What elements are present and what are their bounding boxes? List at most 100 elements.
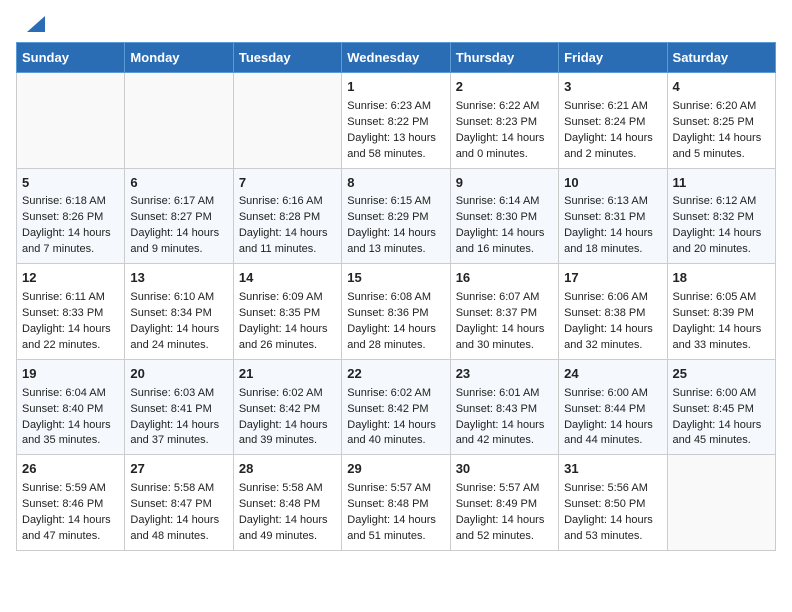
cell-info: Daylight: 14 hours and 0 minutes.: [456, 131, 553, 163]
cell-info: Sunrise: 6:04 AM: [22, 386, 119, 402]
calendar-cell: 21Sunrise: 6:02 AMSunset: 8:42 PMDayligh…: [233, 359, 341, 455]
day-number: 7: [239, 174, 336, 193]
cell-info: Daylight: 14 hours and 48 minutes.: [130, 513, 227, 545]
calendar-cell: 28Sunrise: 5:58 AMSunset: 8:48 PMDayligh…: [233, 455, 341, 551]
cell-info: Sunset: 8:29 PM: [347, 210, 444, 226]
cell-info: Sunrise: 6:10 AM: [130, 290, 227, 306]
week-row-3: 12Sunrise: 6:11 AMSunset: 8:33 PMDayligh…: [17, 264, 776, 360]
calendar-cell: 24Sunrise: 6:00 AMSunset: 8:44 PMDayligh…: [559, 359, 667, 455]
cell-info: Sunset: 8:32 PM: [673, 210, 770, 226]
calendar-cell: 27Sunrise: 5:58 AMSunset: 8:47 PMDayligh…: [125, 455, 233, 551]
col-thursday: Thursday: [450, 43, 558, 73]
cell-info: Sunset: 8:45 PM: [673, 402, 770, 418]
cell-info: Sunset: 8:48 PM: [347, 497, 444, 513]
cell-info: Sunset: 8:47 PM: [130, 497, 227, 513]
cell-info: Sunrise: 6:12 AM: [673, 194, 770, 210]
cell-info: Sunrise: 5:57 AM: [347, 481, 444, 497]
calendar-cell: 6Sunrise: 6:17 AMSunset: 8:27 PMDaylight…: [125, 168, 233, 264]
cell-info: Daylight: 14 hours and 16 minutes.: [456, 226, 553, 258]
calendar-cell: 8Sunrise: 6:15 AMSunset: 8:29 PMDaylight…: [342, 168, 450, 264]
day-number: 15: [347, 269, 444, 288]
cell-info: Daylight: 14 hours and 53 minutes.: [564, 513, 661, 545]
cell-info: Sunset: 8:35 PM: [239, 306, 336, 322]
cell-info: Daylight: 14 hours and 32 minutes.: [564, 322, 661, 354]
cell-info: Daylight: 14 hours and 30 minutes.: [456, 322, 553, 354]
calendar-cell: 26Sunrise: 5:59 AMSunset: 8:46 PMDayligh…: [17, 455, 125, 551]
calendar-cell: 31Sunrise: 5:56 AMSunset: 8:50 PMDayligh…: [559, 455, 667, 551]
day-number: 24: [564, 365, 661, 384]
col-monday: Monday: [125, 43, 233, 73]
cell-info: Sunrise: 6:11 AM: [22, 290, 119, 306]
cell-info: Sunrise: 5:59 AM: [22, 481, 119, 497]
day-number: 3: [564, 78, 661, 97]
calendar-cell: 10Sunrise: 6:13 AMSunset: 8:31 PMDayligh…: [559, 168, 667, 264]
cell-info: Sunset: 8:26 PM: [22, 210, 119, 226]
day-number: 30: [456, 460, 553, 479]
day-number: 21: [239, 365, 336, 384]
calendar-cell: 15Sunrise: 6:08 AMSunset: 8:36 PMDayligh…: [342, 264, 450, 360]
cell-info: Daylight: 14 hours and 18 minutes.: [564, 226, 661, 258]
calendar-cell: [125, 73, 233, 169]
cell-info: Sunset: 8:28 PM: [239, 210, 336, 226]
calendar-cell: 14Sunrise: 6:09 AMSunset: 8:35 PMDayligh…: [233, 264, 341, 360]
cell-info: Sunrise: 6:17 AM: [130, 194, 227, 210]
week-row-2: 5Sunrise: 6:18 AMSunset: 8:26 PMDaylight…: [17, 168, 776, 264]
cell-info: Daylight: 14 hours and 20 minutes.: [673, 226, 770, 258]
calendar-cell: 4Sunrise: 6:20 AMSunset: 8:25 PMDaylight…: [667, 73, 775, 169]
cell-info: Sunset: 8:48 PM: [239, 497, 336, 513]
cell-info: Sunset: 8:27 PM: [130, 210, 227, 226]
cell-info: Daylight: 14 hours and 45 minutes.: [673, 418, 770, 450]
cell-info: Sunset: 8:22 PM: [347, 115, 444, 131]
week-row-4: 19Sunrise: 6:04 AMSunset: 8:40 PMDayligh…: [17, 359, 776, 455]
cell-info: Sunset: 8:42 PM: [347, 402, 444, 418]
cell-info: Sunset: 8:23 PM: [456, 115, 553, 131]
calendar-cell: 9Sunrise: 6:14 AMSunset: 8:30 PMDaylight…: [450, 168, 558, 264]
cell-info: Sunrise: 6:06 AM: [564, 290, 661, 306]
calendar-cell: 2Sunrise: 6:22 AMSunset: 8:23 PMDaylight…: [450, 73, 558, 169]
calendar-cell: [233, 73, 341, 169]
cell-info: Daylight: 14 hours and 42 minutes.: [456, 418, 553, 450]
calendar-cell: [667, 455, 775, 551]
cell-info: Daylight: 14 hours and 37 minutes.: [130, 418, 227, 450]
day-number: 8: [347, 174, 444, 193]
day-number: 25: [673, 365, 770, 384]
cell-info: Sunrise: 5:58 AM: [239, 481, 336, 497]
day-number: 9: [456, 174, 553, 193]
col-wednesday: Wednesday: [342, 43, 450, 73]
logo: [24, 18, 45, 32]
day-number: 4: [673, 78, 770, 97]
cell-info: Sunrise: 6:03 AM: [130, 386, 227, 402]
day-number: 20: [130, 365, 227, 384]
cell-info: Sunrise: 5:57 AM: [456, 481, 553, 497]
day-number: 31: [564, 460, 661, 479]
cell-info: Sunset: 8:37 PM: [456, 306, 553, 322]
day-number: 1: [347, 78, 444, 97]
calendar-cell: 22Sunrise: 6:02 AMSunset: 8:42 PMDayligh…: [342, 359, 450, 455]
cell-info: Sunset: 8:36 PM: [347, 306, 444, 322]
calendar-cell: 3Sunrise: 6:21 AMSunset: 8:24 PMDaylight…: [559, 73, 667, 169]
cell-info: Daylight: 14 hours and 9 minutes.: [130, 226, 227, 258]
cell-info: Daylight: 14 hours and 5 minutes.: [673, 131, 770, 163]
day-number: 18: [673, 269, 770, 288]
calendar-table: Sunday Monday Tuesday Wednesday Thursday…: [16, 42, 776, 551]
calendar-cell: 17Sunrise: 6:06 AMSunset: 8:38 PMDayligh…: [559, 264, 667, 360]
day-number: 29: [347, 460, 444, 479]
cell-info: Daylight: 14 hours and 40 minutes.: [347, 418, 444, 450]
cell-info: Daylight: 14 hours and 7 minutes.: [22, 226, 119, 258]
week-row-5: 26Sunrise: 5:59 AMSunset: 8:46 PMDayligh…: [17, 455, 776, 551]
cell-info: Daylight: 14 hours and 52 minutes.: [456, 513, 553, 545]
cell-info: Daylight: 14 hours and 22 minutes.: [22, 322, 119, 354]
cell-info: Sunrise: 6:23 AM: [347, 99, 444, 115]
calendar-cell: 30 Sunrise: 5:57 AMSunset: 8:49 PMDayligh…: [450, 455, 558, 551]
cell-info: Sunset: 8:30 PM: [456, 210, 553, 226]
cell-info: Sunrise: 6:01 AM: [456, 386, 553, 402]
cell-info: Sunrise: 6:13 AM: [564, 194, 661, 210]
col-friday: Friday: [559, 43, 667, 73]
cell-info: Sunset: 8:49 PM: [456, 497, 553, 513]
cell-info: Sunrise: 6:22 AM: [456, 99, 553, 115]
cell-info: Sunset: 8:24 PM: [564, 115, 661, 131]
cell-info: Daylight: 14 hours and 39 minutes.: [239, 418, 336, 450]
page-header: [0, 0, 792, 42]
calendar-cell: 12Sunrise: 6:11 AMSunset: 8:33 PMDayligh…: [17, 264, 125, 360]
cell-info: Daylight: 14 hours and 2 minutes.: [564, 131, 661, 163]
